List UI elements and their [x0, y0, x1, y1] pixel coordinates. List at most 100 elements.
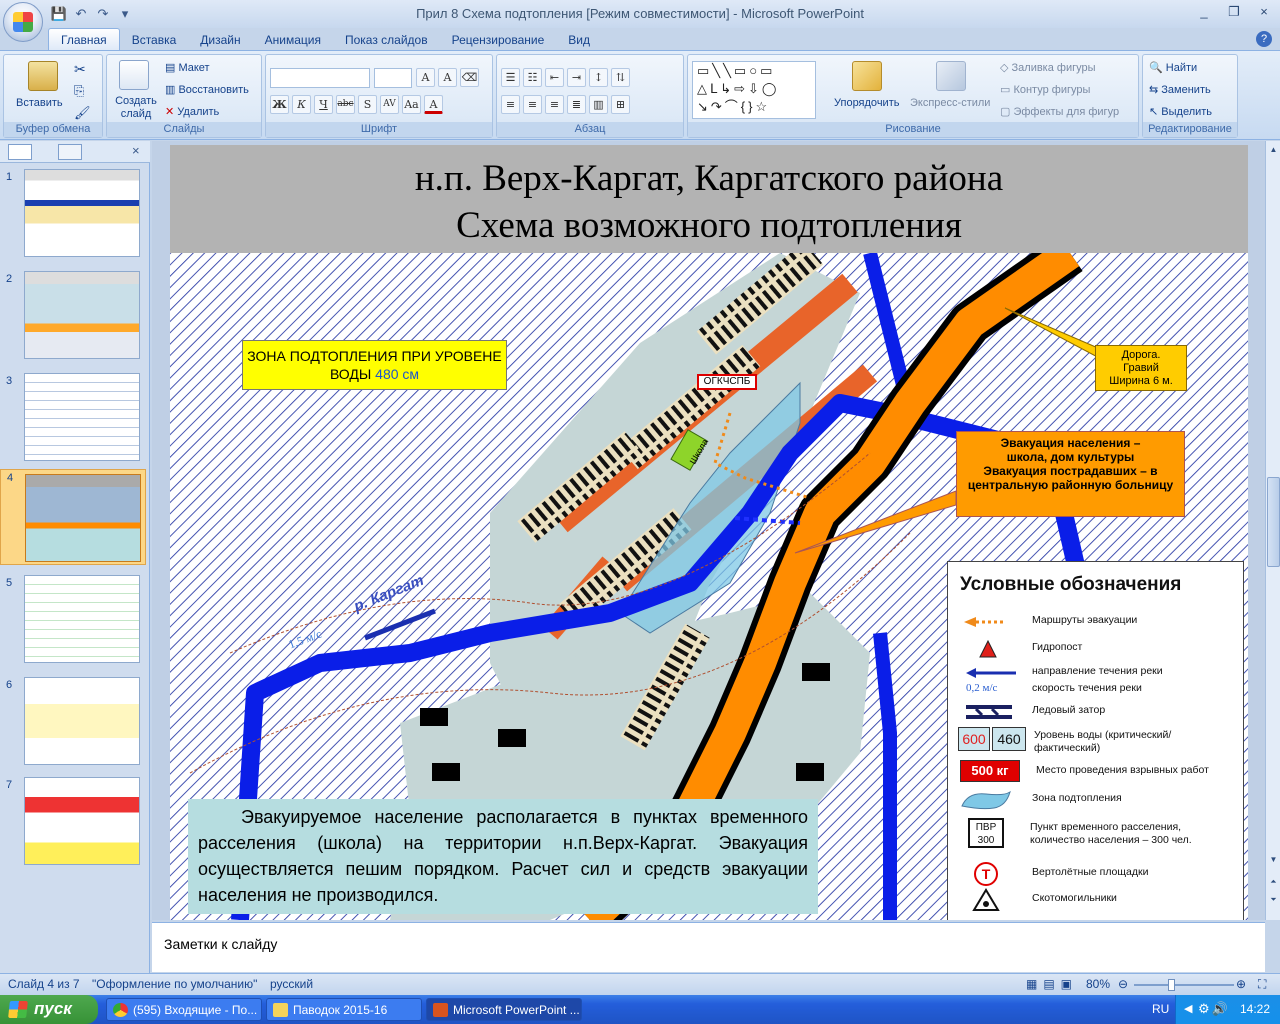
- thumb-row-6[interactable]: 6: [0, 677, 146, 775]
- legend[interactable]: Условные обозначения Маршруты эвакуации …: [947, 561, 1244, 920]
- zoom-slider-thumb[interactable]: [1168, 979, 1175, 991]
- slide-title[interactable]: н.п. Верх-Каргат, Каргатского района Схе…: [170, 155, 1248, 249]
- thumb-row-7[interactable]: 7: [0, 777, 146, 875]
- slide-thumbnail[interactable]: [24, 677, 140, 765]
- scroll-up-icon[interactable]: ▲: [1267, 143, 1280, 157]
- start-button[interactable]: пуск: [0, 995, 98, 1024]
- slide-thumbnail[interactable]: [25, 474, 141, 562]
- bullets-icon[interactable]: ☰: [501, 68, 520, 87]
- arrange-button[interactable]: Упорядочить: [834, 97, 899, 109]
- justify-icon[interactable]: ≣: [567, 95, 586, 114]
- zoom-in-icon[interactable]: ⊕: [1236, 977, 1246, 991]
- slide-thumbnail[interactable]: [24, 169, 140, 257]
- thumb-row-3[interactable]: 3: [0, 373, 146, 471]
- clear-format-icon[interactable]: ⌫: [460, 68, 479, 87]
- tab-design[interactable]: Дизайн: [188, 29, 252, 50]
- font-name-select[interactable]: [270, 68, 370, 88]
- copy-icon[interactable]: ⎘: [74, 83, 84, 99]
- outline-tab[interactable]: [58, 144, 82, 160]
- shape-effects-button[interactable]: ▢ Эффекты для фигур: [1000, 105, 1119, 118]
- zoom-slider[interactable]: [1134, 984, 1234, 986]
- font-color-button[interactable]: A: [424, 95, 443, 114]
- road-callout[interactable]: Дорога. Гравий Ширина 6 м.: [1095, 345, 1187, 391]
- delete-slide-button[interactable]: ✕ Удалить: [165, 105, 219, 118]
- evacuation-callout[interactable]: Эвакуация населения – школа, дом культур…: [956, 431, 1185, 517]
- format-painter-icon[interactable]: 🖌: [74, 105, 91, 121]
- strikethrough-button[interactable]: abc: [336, 95, 355, 114]
- tab-animation[interactable]: Анимация: [253, 29, 333, 50]
- office-button[interactable]: [3, 2, 43, 42]
- shrink-font-icon[interactable]: A: [438, 68, 457, 87]
- fit-to-window-icon[interactable]: ⛶: [1258, 977, 1266, 992]
- underline-button[interactable]: Ч: [314, 95, 333, 114]
- undo-icon[interactable]: ↶: [72, 5, 90, 23]
- close-button[interactable]: ×: [1252, 2, 1276, 22]
- zoom-out-icon[interactable]: ⊖: [1118, 977, 1128, 991]
- italic-button[interactable]: К: [292, 95, 311, 114]
- flood-zone-callout[interactable]: ЗОНА ПОДТОПЛЕНИЯ ПРИ УРОВЕНЕ ВОДЫ 480 см: [242, 340, 507, 390]
- status-theme[interactable]: "Оформление по умолчанию": [92, 977, 257, 991]
- reset-button[interactable]: ▥ Восстановить: [165, 83, 249, 96]
- replace-button[interactable]: ⇆ Заменить: [1149, 83, 1211, 96]
- change-case-button[interactable]: Aa: [402, 95, 421, 114]
- language-indicator[interactable]: RU: [1152, 1002, 1169, 1016]
- shadow-button[interactable]: S: [358, 95, 377, 114]
- prev-slide-icon[interactable]: ⏶: [1267, 875, 1280, 889]
- align-center-icon[interactable]: ≡: [523, 95, 542, 114]
- tab-view[interactable]: Вид: [556, 29, 602, 50]
- slide-thumbnail[interactable]: [24, 575, 140, 663]
- vertical-scrollbar[interactable]: ▲ ▼ ⏶ ⏷: [1265, 141, 1280, 920]
- minimize-button[interactable]: _: [1192, 2, 1216, 22]
- columns-icon[interactable]: ▥: [589, 95, 608, 114]
- smartart-icon[interactable]: ⊞: [611, 95, 630, 114]
- align-left-icon[interactable]: ≡: [501, 95, 520, 114]
- tray-expand-icon[interactable]: ◀: [1184, 1002, 1192, 1015]
- cut-icon[interactable]: ✂: [74, 61, 86, 78]
- char-spacing-button[interactable]: AV: [380, 95, 399, 114]
- tab-slideshow[interactable]: Показ слайдов: [333, 29, 440, 50]
- task-chrome[interactable]: (595) Входящие - По...: [106, 998, 262, 1021]
- view-buttons[interactable]: ▦▤▣: [1026, 977, 1078, 991]
- task-folder[interactable]: Паводок 2015-16: [266, 998, 422, 1021]
- tab-review[interactable]: Рецензирование: [440, 29, 557, 50]
- quick-styles-button[interactable]: Экспресс-стили: [910, 97, 990, 109]
- find-button[interactable]: 🔍 Найти: [1149, 61, 1197, 74]
- shape-outline-button[interactable]: ▭ Контур фигуры: [1000, 83, 1090, 96]
- notes-pane[interactable]: Заметки к слайду: [152, 922, 1265, 972]
- bold-button[interactable]: Ж: [270, 95, 289, 114]
- tab-insert[interactable]: Вставка: [120, 29, 189, 50]
- numbering-icon[interactable]: ☷: [523, 68, 542, 87]
- customize-qat-icon[interactable]: ▾: [116, 5, 134, 23]
- next-slide-icon[interactable]: ⏷: [1267, 893, 1280, 907]
- scroll-thumb[interactable]: [1267, 477, 1280, 567]
- new-slide-button[interactable]: Создать слайд: [113, 95, 159, 121]
- zoom-level[interactable]: 80%: [1086, 977, 1110, 991]
- thumb-row-4[interactable]: 4: [0, 469, 146, 565]
- line-spacing-icon[interactable]: ↕: [589, 68, 608, 87]
- status-language[interactable]: русский: [270, 977, 313, 991]
- slide-thumbnail[interactable]: [24, 373, 140, 461]
- slides-tab[interactable]: [8, 144, 32, 160]
- help-icon[interactable]: ?: [1256, 31, 1272, 47]
- maximize-button[interactable]: ❐: [1222, 2, 1246, 22]
- scroll-down-icon[interactable]: ▼: [1267, 853, 1280, 867]
- decrease-indent-icon[interactable]: ⇤: [545, 68, 564, 87]
- thumb-row-1[interactable]: 1: [0, 169, 146, 267]
- font-size-select[interactable]: [374, 68, 412, 88]
- increase-indent-icon[interactable]: ⇥: [567, 68, 586, 87]
- shape-fill-button[interactable]: ◇ Заливка фигуры: [1000, 61, 1096, 74]
- select-button[interactable]: ↖ Выделить: [1149, 105, 1212, 118]
- tab-home[interactable]: Главная: [48, 28, 120, 50]
- thumb-row-5[interactable]: 5: [0, 575, 146, 673]
- shapes-gallery[interactable]: ▭╲╲▭○▭ △ᒪ↳⇨⇩◯ ↘↷⌒{}☆: [692, 61, 816, 119]
- text-direction-icon[interactable]: ⇅: [611, 68, 630, 87]
- redo-icon[interactable]: ↷: [94, 5, 112, 23]
- thumb-row-2[interactable]: 2: [0, 271, 146, 369]
- slide-thumbnail[interactable]: [24, 777, 140, 865]
- task-powerpoint[interactable]: Microsoft PowerPoint ...: [426, 998, 582, 1021]
- slide[interactable]: н.п. Верх-Каргат, Каргатского района Схе…: [170, 145, 1248, 920]
- save-icon[interactable]: 💾: [50, 5, 68, 23]
- layout-button[interactable]: ▤ Макет: [165, 61, 210, 74]
- info-textbox[interactable]: Эвакуируемое население располагается в п…: [188, 799, 818, 914]
- close-panel-icon[interactable]: ×: [132, 143, 140, 158]
